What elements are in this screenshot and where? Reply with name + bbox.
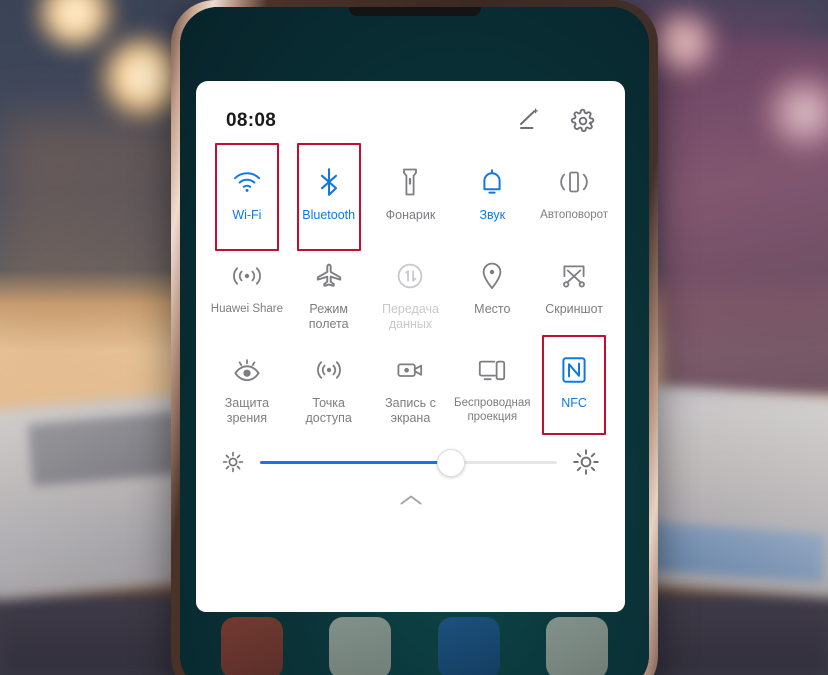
brightness-row	[196, 433, 625, 477]
toggle-label: Скриншот	[545, 302, 603, 316]
hotspot-icon	[314, 353, 344, 387]
dock-item[interactable]	[221, 617, 284, 675]
toggle-wireless-projection[interactable]: Беспроводная проекция	[451, 339, 533, 433]
toggle-hotspot[interactable]: Точка доступа	[288, 339, 370, 433]
toggle-eye-comfort[interactable]: Защита зрения	[206, 339, 288, 433]
quick-settings-panel: 08:08 Wi-Fi Bluetooth Фонарик Звук Автоп…	[196, 81, 625, 612]
toggle-sound[interactable]: Звук	[451, 151, 533, 245]
screenshot-icon	[558, 259, 590, 293]
brightness-slider[interactable]	[260, 449, 557, 477]
toggle-label: Фонарик	[385, 208, 436, 222]
panel-header-actions	[515, 107, 597, 135]
toggle-label: Звук	[479, 208, 506, 222]
toggle-label: Беспроводная проекция	[454, 397, 531, 423]
toggle-screenshot[interactable]: Скриншот	[533, 245, 615, 339]
toggle-bluetooth[interactable]: Bluetooth	[288, 143, 370, 251]
toggle-wifi[interactable]: Wi-Fi	[206, 143, 288, 251]
dock-item[interactable]	[329, 617, 392, 675]
dock-item[interactable]	[437, 617, 500, 675]
quick-toggle-grid: Wi-Fi Bluetooth Фонарик Звук Автоповорот…	[196, 143, 625, 435]
background-laptop-left-keys	[27, 411, 183, 487]
toggle-label: Wi-Fi	[232, 208, 262, 222]
toggle-flashlight[interactable]: Фонарик	[370, 151, 452, 245]
brightness-high-icon[interactable]	[571, 447, 601, 477]
toggle-mobile-data[interactable]: Передача данных	[370, 245, 452, 339]
panel-header: 08:08	[196, 81, 625, 135]
location-icon	[480, 259, 504, 293]
screen-record-icon	[394, 353, 426, 387]
toggle-label: NFC	[561, 396, 587, 410]
toggle-label: Режим полета	[308, 302, 349, 331]
toggle-label: Передача данных	[381, 302, 439, 331]
toggle-huawei-share[interactable]: Huawei Share	[206, 245, 288, 339]
auto-rotate-icon	[557, 165, 591, 199]
slider-thumb[interactable]	[437, 449, 466, 477]
bluetooth-icon	[317, 165, 341, 199]
chevron-up-icon[interactable]	[396, 491, 426, 509]
expand-row[interactable]	[196, 491, 625, 509]
toggle-auto-rotate[interactable]: Автоповорот	[533, 151, 615, 245]
slider-fill	[260, 460, 451, 464]
mobile-data-icon	[395, 259, 425, 293]
nfc-icon	[560, 353, 588, 387]
toggle-screen-record[interactable]: Запись с экрана	[370, 339, 452, 433]
airplane-mode-icon	[314, 259, 344, 293]
brightness-low-icon[interactable]	[220, 449, 246, 475]
toggle-label: Автоповорот	[540, 209, 609, 221]
flashlight-icon	[400, 165, 420, 199]
screenshot-root: 08:08 Wi-Fi Bluetooth Фонарик Звук Автоп…	[0, 0, 828, 675]
status-clock: 08:08	[226, 110, 277, 131]
phone-notch	[348, 7, 481, 16]
home-screen-dock	[180, 617, 649, 675]
settings-gear-icon[interactable]	[569, 107, 597, 135]
toggle-label: Запись с экрана	[385, 396, 436, 425]
toggle-label: Bluetooth	[302, 208, 356, 222]
wireless-projection-icon	[476, 353, 508, 387]
edit-icon[interactable]	[515, 107, 543, 135]
bokeh-light-3	[648, 10, 718, 76]
huawei-share-icon	[230, 259, 264, 293]
toggle-label: Место	[474, 302, 511, 316]
wifi-icon	[232, 165, 262, 199]
toggle-label: Huawei Share	[210, 303, 284, 315]
bell-sound-icon	[479, 165, 505, 199]
toggle-nfc[interactable]: NFC	[533, 335, 615, 435]
dock-item[interactable]	[545, 617, 608, 675]
toggle-location[interactable]: Место	[451, 245, 533, 339]
toggle-label: Защита зрения	[224, 396, 270, 425]
toggle-label: Точка доступа	[305, 396, 352, 425]
eye-comfort-icon	[231, 353, 263, 387]
toggle-airplane-mode[interactable]: Режим полета	[288, 245, 370, 339]
